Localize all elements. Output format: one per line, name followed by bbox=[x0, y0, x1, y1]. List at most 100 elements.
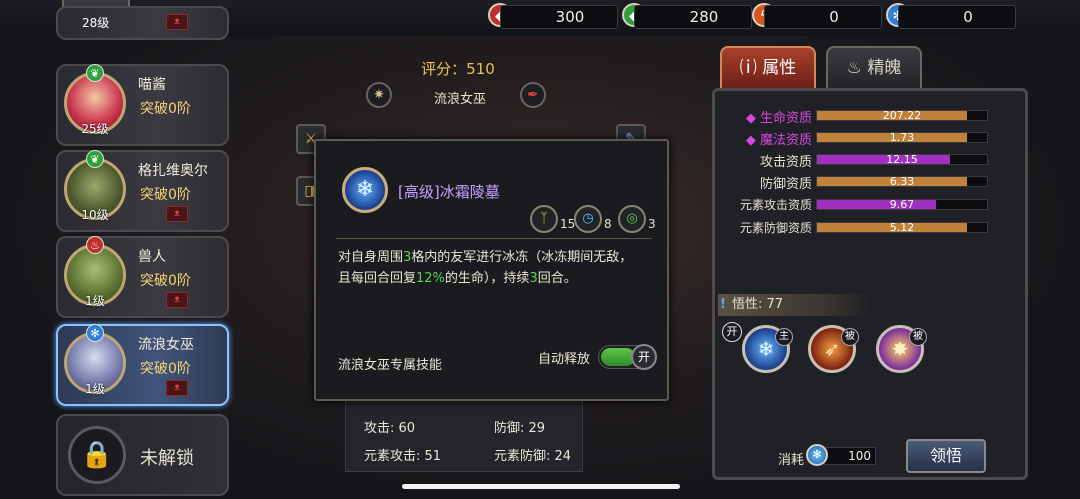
pet-name: 兽人 bbox=[138, 249, 166, 265]
divider bbox=[336, 238, 652, 239]
blue-snowflake-icon: ✻ bbox=[806, 444, 828, 466]
clock-icon: ◷ bbox=[574, 205, 602, 233]
attr-label-text: 元素防御资质 bbox=[739, 221, 812, 235]
feather-quill-icon[interactable]: ✒ bbox=[520, 82, 546, 108]
resource-blue: 0 bbox=[898, 5, 1016, 29]
stat-elem-attack: 元素攻击: 51 bbox=[364, 449, 442, 464]
resource-lightning: 0 bbox=[764, 5, 882, 29]
attr-value: 12.15 bbox=[886, 153, 918, 166]
desc-text: 且每回合回复 bbox=[338, 271, 417, 286]
demon-mark-icon: ᴥ bbox=[166, 292, 188, 308]
attr-row: 攻击资质 12.15 bbox=[728, 151, 990, 170]
attr-label: 元素防御资质 bbox=[728, 219, 812, 236]
desc-highlight: 3 bbox=[529, 271, 538, 286]
range: ◎ 3 bbox=[618, 205, 678, 235]
fire-slash-skill-icon[interactable]: ➶ 被 bbox=[808, 325, 859, 373]
skill-tag: 被 bbox=[841, 328, 859, 346]
tab-attributes[interactable]: ⒤ 属性 bbox=[720, 46, 816, 90]
attr-label-text: 元素攻击资质 bbox=[739, 198, 812, 212]
skill-on-tag: 开 bbox=[722, 322, 742, 342]
attr-label: 攻击资质 bbox=[728, 151, 812, 170]
attr-value: 207.22 bbox=[882, 109, 922, 122]
score-label: 评分：510 bbox=[421, 60, 495, 78]
cost-value: 100 bbox=[824, 447, 876, 465]
demon-mark-icon: ᴥ bbox=[166, 206, 188, 222]
skill-quality: [高级] bbox=[398, 183, 440, 201]
pet-break: 突破0阶 bbox=[140, 187, 191, 203]
attr-row: ◆ 魔法资质 1.73 bbox=[728, 129, 990, 148]
attr-bar: 9.67 bbox=[816, 198, 988, 211]
ice-tomb-skill-icon[interactable]: ❄ 主 bbox=[742, 325, 793, 373]
cooldown-value: 8 bbox=[604, 217, 612, 231]
mana-cost-value: 15 bbox=[560, 217, 576, 231]
desc-text: 对自身周围 bbox=[338, 250, 404, 265]
attr-bar: 6.33 bbox=[816, 175, 988, 188]
skill-name: 冰霜陵墓 bbox=[439, 183, 500, 201]
desc-text: 的生命），持续 bbox=[444, 271, 530, 286]
desc-highlight: 12% bbox=[416, 271, 445, 286]
snowflake-icon: ✻ bbox=[86, 324, 104, 342]
attr-value: 6.33 bbox=[889, 175, 915, 188]
skill-tag: 被 bbox=[909, 328, 927, 346]
pet-card-partial[interactable]: 28级 ᴥ bbox=[56, 6, 229, 40]
attr-bar: 5.12 bbox=[816, 221, 988, 234]
tab-spirit-label: 精魄 bbox=[867, 58, 902, 78]
stat-attack: 攻击: 60 bbox=[364, 421, 416, 436]
stat-defense: 防御: 29 bbox=[494, 421, 546, 436]
tab-spirit[interactable]: ♨ 精魄 bbox=[826, 46, 922, 90]
fire-icon: ♨ bbox=[86, 236, 104, 254]
attr-label-text: 防御资质 bbox=[759, 177, 812, 192]
attr-label: 元素攻击资质 bbox=[728, 196, 812, 213]
pet-card[interactable]: ❦ 10级 格扎维奥尔 突破0阶 ᴥ bbox=[56, 150, 229, 232]
cost-label: 消耗 bbox=[778, 453, 805, 468]
pet-name: 格扎维奥尔 bbox=[138, 163, 208, 179]
attr-row: 元素防御资质 5.12 bbox=[728, 219, 990, 235]
attr-label: 防御资质 bbox=[728, 173, 812, 192]
auto-cast-label: 自动释放 bbox=[538, 352, 591, 367]
pet-break: 突破0阶 bbox=[140, 273, 191, 289]
tab-attributes-label: 属性 bbox=[762, 58, 797, 78]
insight-value: 悟性: 77 bbox=[732, 297, 784, 312]
lock-icon: 🔒 bbox=[68, 426, 126, 484]
locked-label: 未解锁 bbox=[140, 448, 194, 469]
range-value: 3 bbox=[648, 217, 656, 231]
ice-tomb-skill-icon: ❄ bbox=[342, 167, 388, 213]
resource-red: 300 bbox=[500, 5, 618, 29]
auto-cast-toggle[interactable]: 开 bbox=[598, 344, 657, 370]
attr-row: 防御资质 6.33 bbox=[728, 173, 990, 192]
demon-mark-icon: ᴥ bbox=[166, 380, 188, 396]
skill-tag: 主 bbox=[775, 328, 793, 346]
stats-panel: 攻击: 60 防御: 29 元素攻击: 51 元素防御: 24 bbox=[345, 398, 583, 472]
comprehend-button[interactable]: 领悟 bbox=[906, 439, 986, 473]
mana-cost-icon: ᛉ bbox=[530, 205, 558, 233]
attr-row: 元素攻击资质 9.67 bbox=[728, 196, 990, 212]
exclamation-icon: ! bbox=[720, 297, 726, 312]
pet-level: 1级 bbox=[85, 382, 105, 396]
attr-label: ◆ 生命资质 bbox=[745, 111, 812, 126]
locked-slot[interactable]: 🔒 未解锁 bbox=[56, 414, 229, 496]
desc-text: 回合。 bbox=[537, 271, 577, 286]
skill-tooltip: ❄ [高级]冰霜陵墓 ᛉ 15 ◷ 8 ◎ 3 对自身周围 3 格内的友军进行冰冻（… bbox=[314, 139, 669, 401]
attr-label-text: 魔法资质 bbox=[759, 133, 812, 148]
home-indicator[interactable] bbox=[402, 484, 680, 489]
resource-green: 280 bbox=[634, 5, 752, 29]
attr-value: 9.67 bbox=[889, 198, 915, 211]
attr-row: ◆ 生命资质 207.22 bbox=[728, 107, 990, 126]
toggle-knob: 开 bbox=[631, 344, 657, 370]
skill-title: [高级]冰霜陵墓 bbox=[398, 181, 500, 202]
attr-label-text: 生命资质 bbox=[759, 111, 812, 126]
pet-break: 突破0阶 bbox=[140, 361, 191, 377]
attr-value: 1.73 bbox=[889, 131, 915, 144]
pet-card[interactable]: ♨ 1级 兽人 突破0阶 ᴥ bbox=[56, 236, 229, 318]
leaf-icon: ❦ bbox=[86, 64, 104, 82]
attr-bar: 1.73 bbox=[816, 131, 988, 144]
exclusive-label: 流浪女巫专属技能 bbox=[338, 358, 443, 373]
pet-level: 10级 bbox=[81, 208, 109, 222]
pet-level: 1级 bbox=[85, 294, 105, 308]
pet-card-selected[interactable]: ✻ 1级 流浪女巫 突破0阶 ᴥ bbox=[56, 324, 229, 406]
pet-card[interactable]: ❦ 25级 喵酱 突破0阶 bbox=[56, 64, 229, 146]
leaf-icon: ❦ bbox=[86, 150, 104, 168]
attr-bar: 12.15 bbox=[816, 153, 988, 166]
star-burst-skill-icon[interactable]: ✸ 被 bbox=[876, 325, 927, 373]
pet-break: 突破0阶 bbox=[140, 101, 191, 117]
